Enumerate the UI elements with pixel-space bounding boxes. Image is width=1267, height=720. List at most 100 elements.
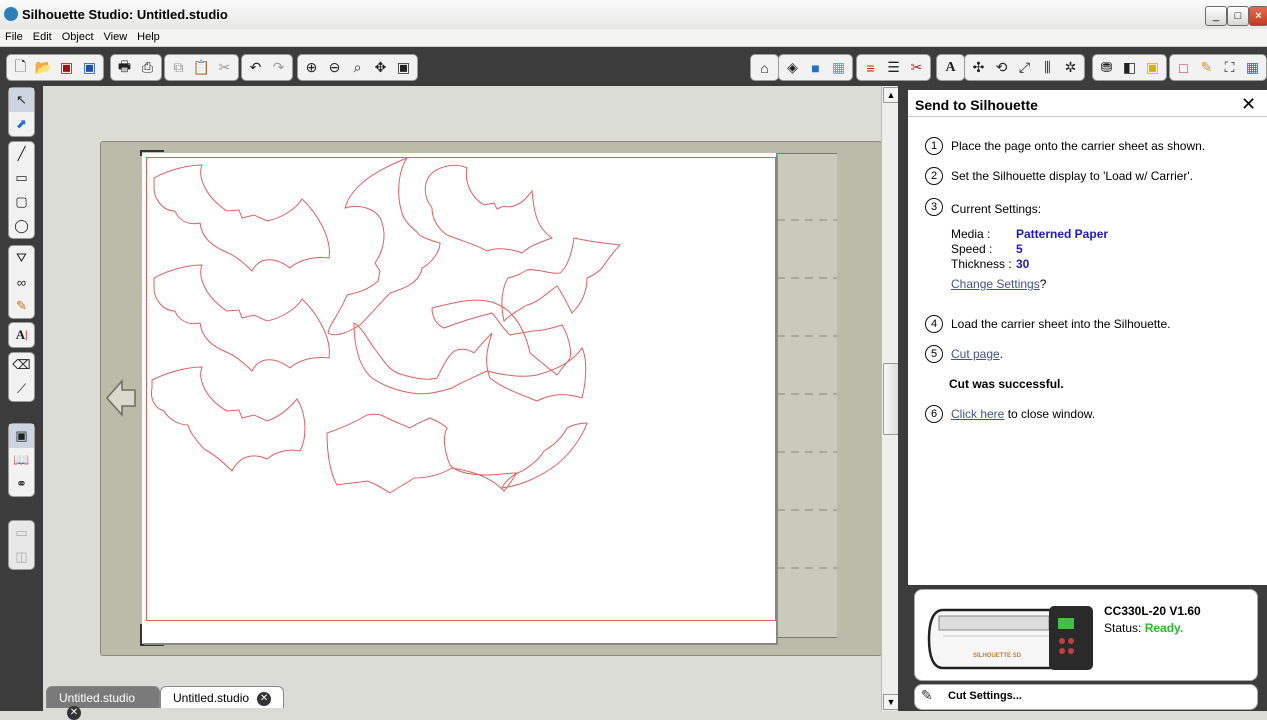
paste-icon[interactable]: 📋 bbox=[190, 57, 213, 79]
menu-file[interactable]: File bbox=[0, 29, 28, 43]
cut-settings-button[interactable]: ✎ Cut Settings... bbox=[914, 684, 1258, 710]
knife-icon[interactable]: ⟋ bbox=[9, 377, 34, 401]
document-tab[interactable]: Untitled.studio✕ bbox=[46, 686, 160, 720]
page-cut-border bbox=[146, 157, 776, 621]
copy-icon[interactable]: ⧉ bbox=[167, 57, 190, 79]
pan-icon[interactable]: ✥ bbox=[369, 57, 392, 79]
undo-icon[interactable]: ↶ bbox=[244, 57, 267, 79]
step-6-line: Click here to close window. bbox=[951, 407, 1095, 421]
polygon-tool-icon[interactable]: ⛛ bbox=[9, 246, 34, 270]
panel-layout-group: ▭ ◫ bbox=[8, 520, 35, 570]
fill-bucket-icon[interactable]: ◈ bbox=[781, 57, 804, 79]
print-cut-icon[interactable]: ⎙ bbox=[136, 57, 159, 79]
cut-style-icon[interactable]: ✂ bbox=[905, 57, 928, 79]
library-book-icon[interactable]: 📖 bbox=[9, 448, 34, 472]
design-page-group: ⌂ bbox=[750, 54, 779, 81]
link-icon[interactable]: ⚭ bbox=[9, 472, 34, 496]
line-color-icon[interactable]: ≡ bbox=[859, 57, 882, 79]
clipboard-tools-group: ⧉ 📋 ✂ bbox=[164, 54, 239, 81]
fill-pattern-icon[interactable]: ▦ bbox=[827, 57, 850, 79]
scroll-thumb[interactable] bbox=[883, 363, 899, 435]
edit-points-icon[interactable]: ⬈ bbox=[9, 112, 34, 136]
library-icon[interactable]: ⛃ bbox=[1095, 57, 1118, 79]
select-arrow-icon[interactable]: ↖ bbox=[9, 88, 34, 112]
rectangle-tool-icon[interactable]: ▭ bbox=[9, 166, 34, 190]
cut-scissors-icon[interactable]: ✂ bbox=[213, 57, 236, 79]
step-number: 3 bbox=[925, 198, 943, 216]
align-icon[interactable]: ⫼ bbox=[1036, 57, 1059, 79]
feed-direction-arrow-icon bbox=[105, 378, 137, 421]
store-icon[interactable]: ◧ bbox=[1118, 57, 1141, 79]
cut-page-link[interactable]: Cut page bbox=[951, 347, 1000, 361]
rotate-icon[interactable]: ⟲ bbox=[990, 57, 1013, 79]
main-toolbar: 🗋 📂 ▣ ▣ 🖶 ⎙ ⧉ 📋 ✂ ↶ ↷ ⊕ ⊖ ⌕ ✥ ▣ ⌂ ◈ ■ ▦ … bbox=[0, 47, 1267, 86]
zoom-in-icon[interactable]: ⊕ bbox=[300, 57, 323, 79]
thickness-label: Thickness : bbox=[951, 257, 1012, 271]
sketch-pen-icon[interactable]: ✎ bbox=[1195, 57, 1218, 79]
panel-title: Send to Silhouette bbox=[915, 97, 1038, 113]
replicate-icon[interactable]: ✲ bbox=[1059, 57, 1082, 79]
line-style-icon[interactable]: ☰ bbox=[882, 57, 905, 79]
zoom-out-icon[interactable]: ⊖ bbox=[323, 57, 346, 79]
menu-object[interactable]: Object bbox=[57, 29, 99, 43]
vertical-scrollbar[interactable]: ▲ ▼ bbox=[881, 86, 899, 711]
menu-edit[interactable]: Edit bbox=[28, 29, 57, 43]
device-status-box: SILHOUETTE SD CC330L-20 V1.60 Status: Re… bbox=[914, 589, 1258, 681]
close-window-button[interactable]: × bbox=[1249, 6, 1267, 26]
send-to-silhouette-icon[interactable]: ▣ bbox=[1141, 57, 1164, 79]
print-tools-group: 🖶 ⎙ bbox=[110, 54, 162, 81]
zoom-tools-group: ⊕ ⊖ ⌕ ✥ ▣ bbox=[297, 54, 418, 81]
scale-icon[interactable]: ⤢ bbox=[1013, 57, 1036, 79]
curve-tool-icon[interactable]: ∞ bbox=[9, 270, 34, 294]
print-icon[interactable]: 🖶 bbox=[113, 57, 136, 79]
ellipse-tool-icon[interactable]: ◯ bbox=[9, 214, 34, 238]
move-icon[interactable]: ✣ bbox=[967, 57, 990, 79]
grid-icon[interactable]: ▦ bbox=[1241, 57, 1264, 79]
step-number: 6 bbox=[925, 405, 943, 423]
text-style-group: A bbox=[936, 54, 965, 81]
document-tab-active[interactable]: Untitled.studio ✕ bbox=[160, 686, 284, 708]
close-tab-icon[interactable]: ✕ bbox=[257, 691, 272, 706]
step-3-text: Current Settings: bbox=[951, 202, 1042, 216]
close-window-link[interactable]: Click here bbox=[951, 407, 1004, 421]
mat-feed-strip bbox=[776, 153, 837, 638]
maximize-button[interactable]: □ bbox=[1227, 6, 1249, 26]
step-4-text: Load the carrier sheet into the Silhouet… bbox=[951, 317, 1171, 331]
view-tools-group: □ ✎ ⛶ ▦ bbox=[1169, 54, 1267, 81]
eraser-icon[interactable]: ⌫ bbox=[9, 353, 34, 377]
step-1-text: Place the page onto the carrier sheet as… bbox=[951, 139, 1206, 153]
menu-help[interactable]: Help bbox=[132, 29, 165, 43]
freehand-tool-icon[interactable]: ✎ bbox=[9, 294, 34, 318]
open-folder-icon[interactable]: 📂 bbox=[32, 57, 55, 79]
close-tab-icon[interactable]: ✕ bbox=[67, 705, 81, 720]
fullscreen-icon[interactable]: ⛶ bbox=[1218, 57, 1241, 79]
save-to-library-icon[interactable]: ▣ bbox=[78, 57, 101, 79]
change-settings-line: Change Settings? bbox=[951, 277, 1046, 291]
change-settings-link[interactable]: Change Settings bbox=[951, 277, 1040, 291]
menu-view[interactable]: View bbox=[99, 29, 133, 43]
design-page-icon[interactable]: ⌂ bbox=[753, 57, 776, 79]
single-panel-icon[interactable]: ▭ bbox=[9, 521, 34, 545]
text-style-icon[interactable]: A bbox=[939, 57, 962, 79]
rounded-rectangle-tool-icon[interactable]: ▢ bbox=[9, 190, 34, 214]
close-panel-icon[interactable]: ✕ bbox=[1241, 94, 1256, 115]
minimize-button[interactable]: _ bbox=[1205, 6, 1227, 26]
scroll-down-icon[interactable]: ▼ bbox=[883, 694, 899, 710]
pencil-icon: ✎ bbox=[921, 687, 933, 703]
text-tool-icon[interactable]: A | bbox=[9, 323, 34, 347]
draw-tools-group: ╱ ▭ ▢ ◯ bbox=[8, 141, 35, 239]
page-setup-icon[interactable]: □ bbox=[1172, 57, 1195, 79]
line-tool-icon[interactable]: ╱ bbox=[9, 142, 34, 166]
page-view-icon[interactable]: ▣ bbox=[9, 424, 34, 448]
fit-page-icon[interactable]: ▣ bbox=[392, 57, 415, 79]
save-icon[interactable]: ▣ bbox=[55, 57, 78, 79]
step-number: 5 bbox=[925, 345, 943, 363]
fill-color-icon[interactable]: ■ bbox=[804, 57, 827, 79]
app-icon bbox=[4, 7, 18, 21]
redo-icon[interactable]: ↷ bbox=[267, 57, 290, 79]
zoom-select-icon[interactable]: ⌕ bbox=[346, 57, 369, 79]
new-file-icon[interactable]: 🗋 bbox=[9, 57, 32, 79]
split-panel-icon[interactable]: ◫ bbox=[9, 545, 34, 569]
scroll-up-icon[interactable]: ▲ bbox=[883, 87, 899, 103]
step-5-suffix: . bbox=[999, 347, 1004, 361]
